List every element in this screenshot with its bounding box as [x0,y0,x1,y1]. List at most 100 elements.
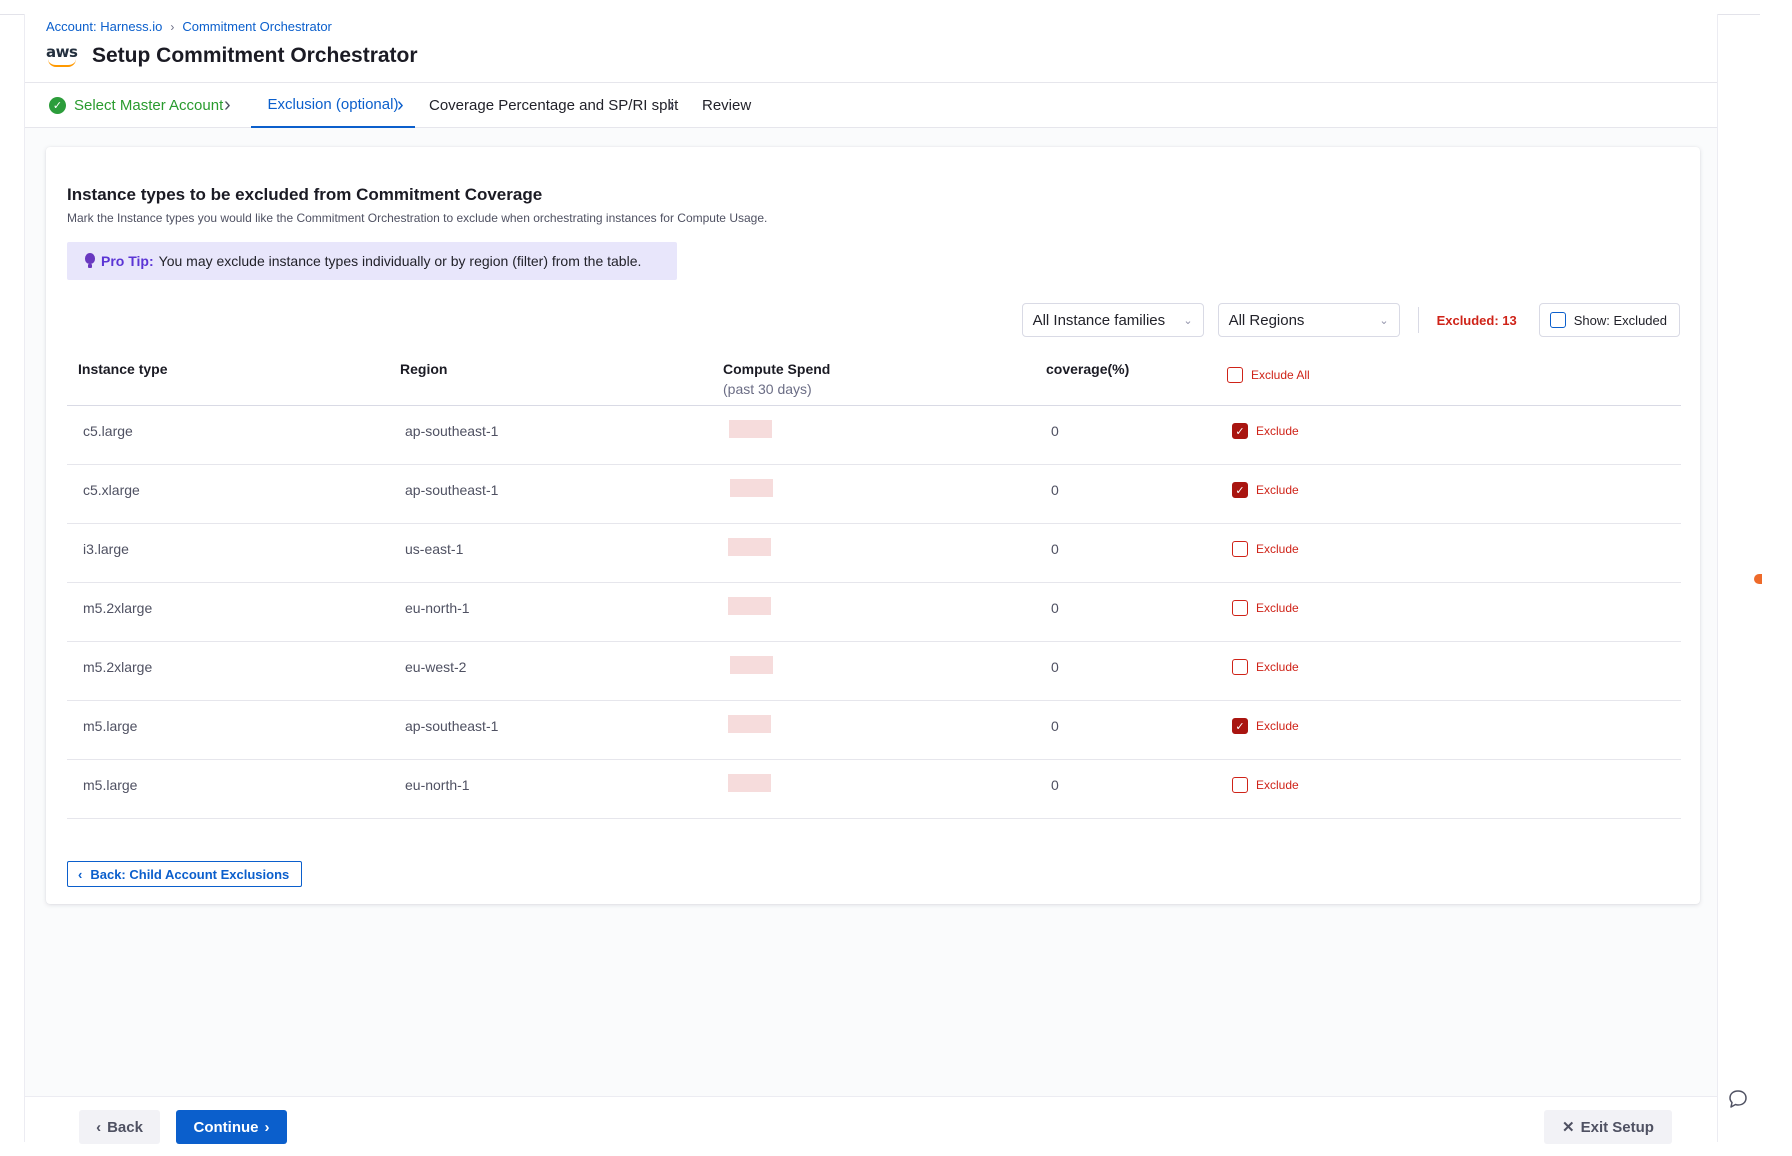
coverage-cell: 0 [1051,718,1059,734]
region-cell: ap-southeast-1 [405,423,499,439]
instance-type-cell: c5.xlarge [83,482,140,498]
exclude-checkbox[interactable] [1232,541,1248,557]
regions-value: All Regions [1228,311,1305,329]
chevron-right-icon: › [668,94,675,116]
exclude-control[interactable]: ✓ Exclude [1232,718,1299,734]
card-subtitle: Mark the Instance types you would like t… [67,211,768,225]
check-circle-icon: ✓ [49,97,66,114]
step-review[interactable]: Review [702,83,751,128]
step-select-master-account[interactable]: ✓ Select Master Account [49,83,223,128]
exclude-checkbox[interactable] [1232,777,1248,793]
step-coverage-percentage[interactable]: Coverage Percentage and SP/RI split [429,83,678,128]
exclude-checkbox[interactable]: ✓ [1232,423,1248,439]
regions-select[interactable]: All Regions ⌄ [1217,303,1400,337]
page-title: Setup Commitment Orchestrator [92,44,418,67]
instance-type-cell: m5.large [83,777,138,793]
instance-type-cell: i3.large [83,541,129,557]
chevron-down-icon: ⌄ [1379,314,1389,327]
table-row: m5.2xlarge eu-north-1 0 Exclude [67,583,1681,642]
chevron-left-icon: ‹ [78,866,83,882]
pro-tip-label: Pro Tip: [101,253,154,269]
exclude-checkbox[interactable] [1232,659,1248,675]
wizard-footer: ‹ Back Continue › ✕ Exit Setup [25,1096,1717,1144]
exclude-control[interactable]: Exclude [1232,659,1299,675]
exclude-label: Exclude [1256,483,1299,497]
column-compute-spend-sub: (past 30 days) [723,381,812,397]
side-notification-indicator[interactable] [1754,574,1762,584]
coverage-cell: 0 [1051,659,1059,675]
coverage-cell: 0 [1051,600,1059,616]
column-compute-spend: Compute Spend (past 30 days) [723,361,830,397]
step-label: Exclusion (optional) [267,96,399,113]
table-row: c5.large ap-southeast-1 0 ✓ Exclude [67,406,1681,465]
aws-logo-icon: aws [46,44,80,68]
coverage-cell: 0 [1051,541,1059,557]
step-exclusion[interactable]: Exclusion (optional) [251,83,415,128]
instance-table: Instance type Region Compute Spend (past… [67,347,1681,819]
region-cell: us-east-1 [405,541,464,557]
exclude-checkbox[interactable] [1232,600,1248,616]
exclude-control[interactable]: Exclude [1232,600,1299,616]
coverage-cell: 0 [1051,482,1059,498]
compute-spend-redacted [730,479,773,497]
column-compute-spend-label: Compute Spend [723,361,831,377]
instance-type-cell: m5.2xlarge [83,600,153,616]
compute-spend-redacted [728,597,771,615]
excluded-count: Excluded: 13 [1436,312,1517,328]
step-label: Coverage Percentage and SP/RI split [429,97,679,114]
region-cell: ap-southeast-1 [405,718,499,734]
breadcrumb-separator-icon: › [170,19,175,34]
exit-setup-button[interactable]: ✕ Exit Setup [1544,1110,1672,1144]
back-child-account-exclusions-button[interactable]: ‹ Back: Child Account Exclusions [67,861,303,887]
exclude-control[interactable]: ✓ Exclude [1232,482,1299,498]
instance-type-cell: m5.2xlarge [83,659,153,675]
chevron-right-icon: › [224,94,231,116]
step-label: Select Master Account [74,97,224,114]
table-row: i3.large us-east-1 0 Exclude [67,524,1681,583]
lightbulb-icon [85,253,95,269]
exclude-label: Exclude [1256,660,1299,674]
app-container: Account: Harness.io › Commitment Orchest… [24,14,1718,1144]
step-label: Review [702,97,752,114]
region-cell: eu-north-1 [405,777,470,793]
back-button-label: Back [107,1118,143,1136]
exclude-all-checkbox[interactable] [1227,367,1243,383]
compute-spend-redacted [728,715,771,733]
breadcrumb-current-link[interactable]: Commitment Orchestrator [182,19,332,34]
table-body: c5.large ap-southeast-1 0 ✓ Exclude c5.xlarge… [67,406,1681,819]
exclude-checkbox[interactable]: ✓ [1232,718,1248,734]
back-link-label: Back: Child Account Exclusions [90,866,290,882]
table-row: m5.2xlarge eu-west-2 0 Exclude [67,642,1681,701]
exclude-control[interactable]: Exclude [1232,541,1299,557]
continue-button[interactable]: Continue › [176,1110,287,1144]
exclude-label: Exclude [1256,424,1299,438]
column-region: Region [400,361,448,377]
back-button[interactable]: ‹ Back [79,1110,160,1144]
region-cell: eu-west-2 [405,659,467,675]
instance-type-cell: m5.large [83,718,138,734]
show-excluded-toggle[interactable]: Show: Excluded [1538,303,1680,337]
instance-families-value: All Instance families [1032,311,1166,329]
exclude-all-control[interactable]: Exclude All [1227,367,1310,383]
exclude-label: Exclude [1256,542,1299,556]
region-cell: ap-southeast-1 [405,482,499,498]
table-row: c5.xlarge ap-southeast-1 0 ✓ Exclude [67,465,1681,524]
breadcrumb-account-link[interactable]: Account: Harness.io [46,19,162,34]
column-instance-type: Instance type [78,361,168,377]
table-header: Instance type Region Compute Spend (past… [67,347,1681,406]
page-header: Account: Harness.io › Commitment Orchest… [25,14,1717,83]
compute-spend-redacted [730,656,773,674]
chat-bubble-icon[interactable] [1727,1088,1749,1110]
exclude-checkbox[interactable]: ✓ [1232,482,1248,498]
show-excluded-label: Show: Excluded [1573,312,1667,328]
chevron-right-icon: › [264,1118,270,1136]
exclude-control[interactable]: ✓ Exclude [1232,423,1299,439]
card-title: Instance types to be excluded from Commi… [67,185,543,204]
region-cell: eu-north-1 [405,600,470,616]
show-excluded-checkbox[interactable] [1549,312,1566,328]
instance-families-select[interactable]: All Instance families ⌄ [1021,303,1204,337]
chevron-right-icon: › [397,94,404,116]
table-row: m5.large eu-north-1 0 Exclude [67,760,1681,819]
exclude-label: Exclude [1256,778,1299,792]
exclude-control[interactable]: Exclude [1232,777,1299,793]
